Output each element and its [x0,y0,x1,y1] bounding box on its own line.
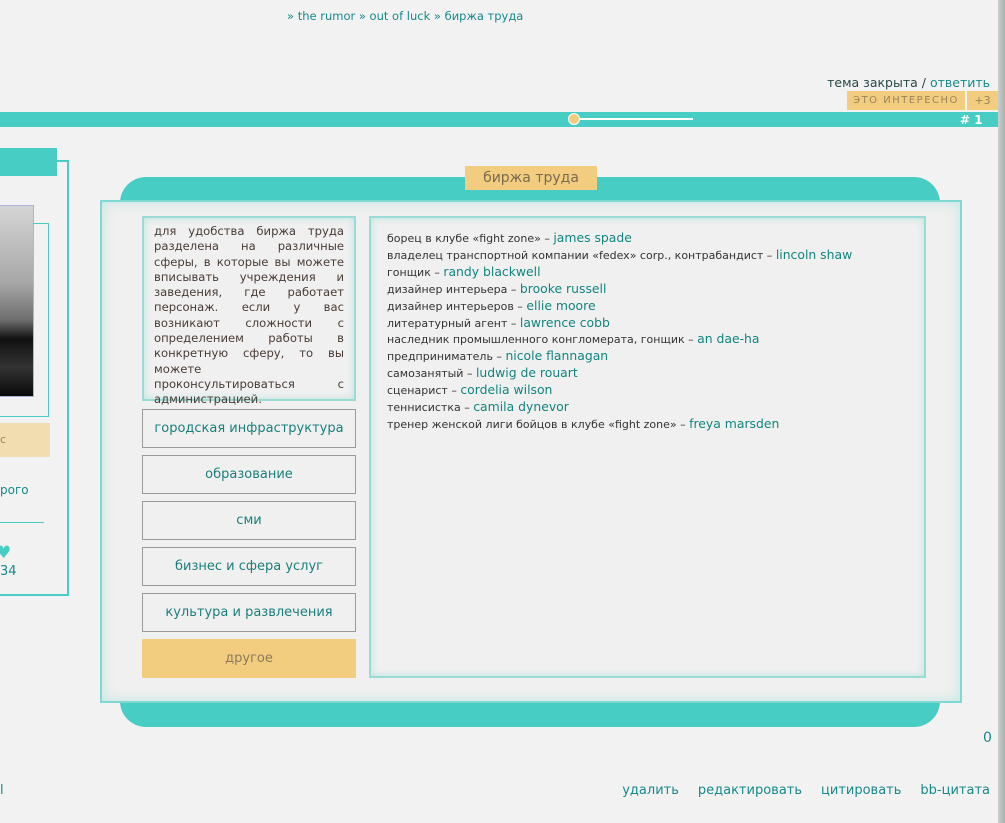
job-entry: гонщик – randy blackwell [387,264,924,281]
character-name-link[interactable]: james spade [553,230,632,245]
category-tab-education[interactable]: образование [142,455,356,494]
category-tab-culture[interactable]: культура и развлечения [142,593,356,632]
character-name-link[interactable]: camila dynevor [473,399,569,414]
breadcrumb-subforum[interactable]: » out of luck [359,9,430,23]
topic-closed-label: тема закрыта [827,75,918,90]
job-title: владелец транспортной компании «fedex» c… [387,248,776,262]
character-name-link[interactable]: ludwig de rouart [476,365,578,380]
character-name-link[interactable]: lincoln shaw [776,247,852,262]
slider-knob[interactable] [568,113,580,125]
job-title: сценарист – [387,384,461,398]
job-entry: предприниматель – nicole flannagan [387,348,924,365]
breadcrumb-forum-root[interactable]: » the rumor [287,9,355,23]
breadcrumb: » the rumor » out of luck » биржа труда [287,9,523,23]
character-name-link[interactable]: randy blackwell [443,264,540,279]
job-entry: сценарист – cordelia wilson [387,382,924,399]
category-tab-other[interactable]: другое [142,639,356,678]
job-title: наследник промышленного конгломерата, го… [387,333,698,347]
profile-divider [0,522,44,523]
profile-count: 34 [0,564,17,579]
description: для удобства биржа труда разделена на ра… [142,216,356,406]
delete-link[interactable]: удалить [622,783,679,798]
interesting-count: +3 [967,91,998,110]
category-tab-media[interactable]: сми [142,501,356,540]
job-title: гонщик – [387,265,444,279]
character-name-link[interactable]: brooke russell [520,281,607,296]
job-entry: владелец транспортной компании «fedex» c… [387,247,924,264]
job-title: предприниматель – [387,350,506,364]
character-name-link[interactable]: nicole flannagan [505,348,608,363]
edit-link[interactable]: редактировать [698,783,802,798]
job-entry: теннисистка – camila dynevor [387,399,924,416]
job-list[interactable]: борец в клубе «fight zone» – james spade… [369,216,926,678]
job-entry: дизайнер интерьера – brooke russell [387,281,924,298]
breadcrumb-topic[interactable]: » биржа труда [434,9,523,23]
heart-icon: ♥ [0,543,12,563]
character-name-link[interactable]: cordelia wilson [460,382,552,397]
profile-text: рого [0,483,29,497]
separator: / [917,75,930,90]
panel-title: биржа труда [465,166,597,190]
interesting-button[interactable]: ЭТО ИНТЕРЕСНО [847,91,965,110]
job-title: теннисистка – [387,401,474,415]
character-name-link[interactable]: an dae-ha [697,331,759,346]
job-title: тренер женской лиги бойцов в клубе «figh… [387,417,690,431]
character-name-link[interactable]: ellie moore [526,298,595,313]
post-number[interactable]: # 1 [960,112,983,128]
profile-header [0,148,57,176]
character-name-link[interactable]: freya marsden [689,416,779,431]
topic-status: тема закрыта / ответить [827,75,990,90]
job-title: борец в клубе «fight zone» – [387,232,554,245]
page-scrollbar[interactable] [998,0,1005,823]
job-entry: литературный агент – lawrence cobb [387,315,924,332]
reply-link[interactable]: ответить [930,75,990,90]
job-entry: дизайнер интерьеров – ellie moore [387,298,924,315]
category-tab-infrastructure[interactable]: городская инфраструктура [142,409,356,448]
bb-quote-link[interactable]: bb-цитата [920,783,990,798]
avatar [0,205,34,397]
job-entry: самозанятый – ludwig de rouart [387,365,924,382]
job-title: литературный агент – [387,316,520,330]
quote-link[interactable]: цитировать [821,783,901,798]
character-name-link[interactable]: lawrence cobb [520,315,610,330]
left-edge-text: l [0,783,4,798]
profile-badge: с [0,423,50,457]
category-tab-business[interactable]: бизнес и сфера услуг [142,547,356,586]
post-actions: удалить редактировать цитировать bb-цита… [622,783,990,798]
job-entry: тренер женской лиги бойцов в клубе «figh… [387,416,924,433]
post-header-bar [0,112,998,127]
post-rating: 0 [983,730,992,746]
job-title: дизайнер интерьеров – [387,299,527,313]
job-title: дизайнер интерьера – [387,282,520,296]
job-title: самозанятый – [387,367,476,381]
job-entry: наследник промышленного конгломерата, го… [387,331,924,348]
job-entry: борец в клубе «fight zone» – james spade [387,230,924,247]
profile-badge-text: с [0,433,7,446]
slider-track [580,118,693,120]
